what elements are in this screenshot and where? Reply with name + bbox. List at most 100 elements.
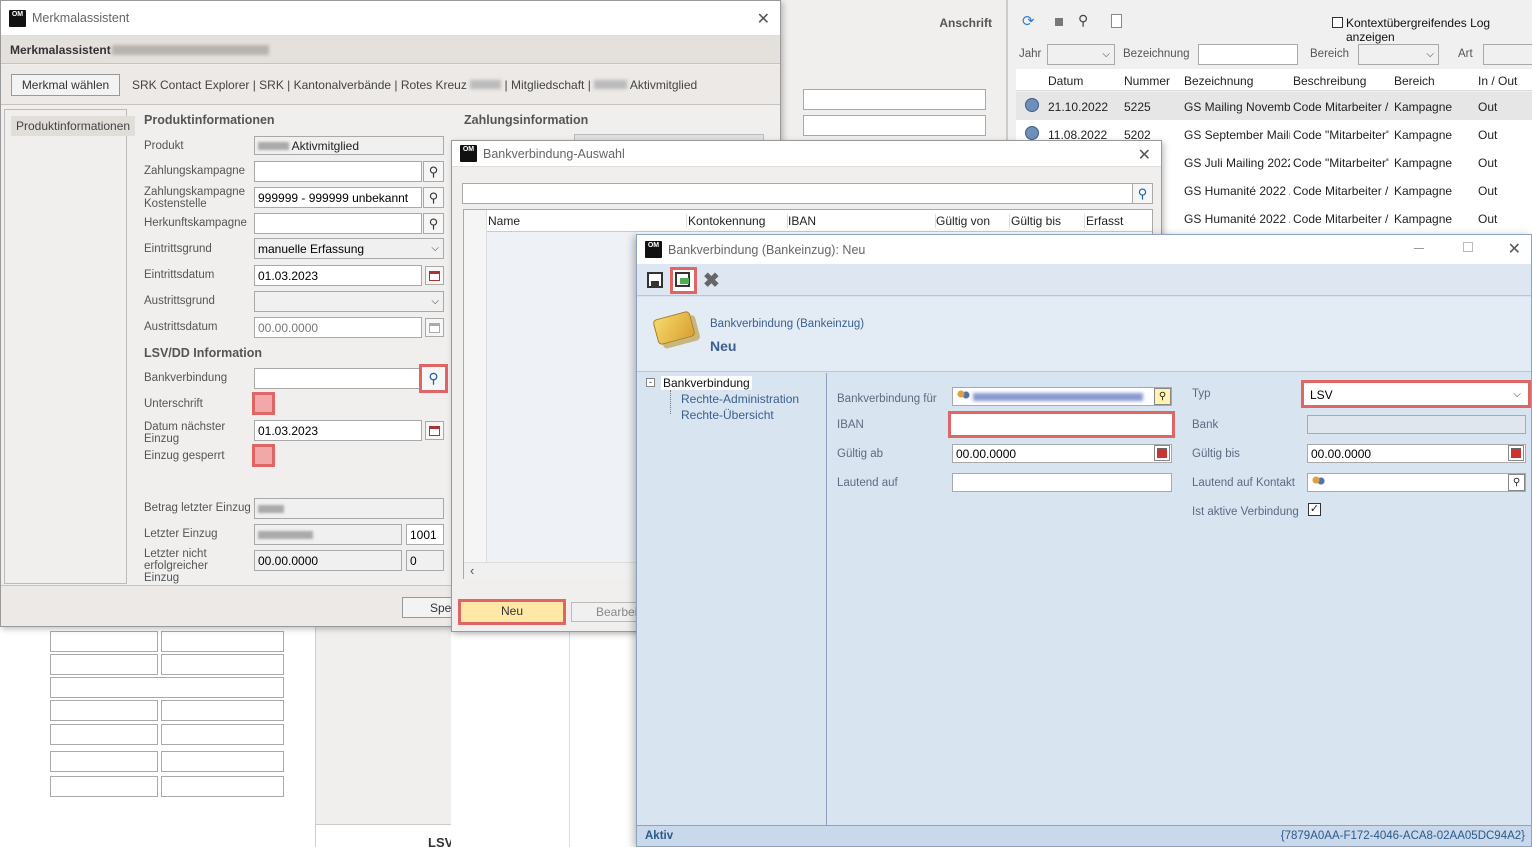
tree-item-rechte-administration[interactable]: Rechte-Administration	[681, 392, 799, 406]
gueltig-ab-input[interactable]: 00.00.0000	[952, 444, 1172, 463]
refresh-icon[interactable]: ⟳	[1022, 12, 1035, 30]
section-produktinformationen: Produktinformationen	[144, 113, 275, 127]
col-erfasst[interactable]: Erfasst	[1086, 214, 1146, 228]
zahlungskampagne-search-button[interactable]: ⚲	[423, 161, 444, 182]
col-bereich[interactable]: Bereich	[1394, 74, 1435, 88]
bg-grid-cell[interactable]	[161, 751, 284, 772]
aktiv-checkbox[interactable]: ✓	[1308, 503, 1321, 516]
bg-grid-cell[interactable]	[50, 677, 284, 698]
redacted-text	[470, 80, 502, 89]
einzug-gesperrt-checkbox[interactable]	[252, 444, 275, 467]
col-nummer[interactable]: Nummer	[1124, 74, 1170, 88]
log-checkbox[interactable]	[1332, 17, 1343, 28]
calendar-icon[interactable]	[425, 318, 444, 337]
stop-icon[interactable]	[1055, 18, 1063, 26]
bg-grid-cell[interactable]	[161, 654, 284, 675]
col-iban[interactable]: IBAN	[788, 214, 936, 228]
bankverbindung-neu-window: OM Bankverbindung (Bankeinzug): Neu ✕ ✖ …	[636, 234, 1532, 847]
herkunftskampagne-search-button[interactable]: ⚲	[423, 213, 444, 234]
tree-root[interactable]: Bankverbindung	[661, 376, 752, 390]
label-zk-kostenstelle: Zahlungskampagne Kostenstelle	[144, 186, 246, 210]
search-icon: ⚲	[1137, 185, 1148, 201]
cancel-icon[interactable]: ✖	[703, 268, 720, 293]
col-gueltig-bis[interactable]: Gültig bis	[1011, 214, 1085, 228]
lautend-auf-input[interactable]	[952, 473, 1172, 492]
filter-jahr-select[interactable]: ⌵	[1047, 44, 1115, 65]
auswahl-search-button[interactable]: ⚲	[1132, 183, 1153, 204]
col-datum[interactable]: Datum	[1048, 74, 1083, 88]
auswahl-search-input[interactable]	[462, 183, 1133, 204]
bg-grid-cell[interactable]	[161, 776, 284, 797]
bg-grid-cell[interactable]	[161, 700, 284, 721]
row-beschreibung: Code "Mitarbeiter" /	[1293, 128, 1389, 142]
lautend-kontakt-lookup-button[interactable]: ⚲	[1508, 474, 1525, 491]
tree-collapse-icon[interactable]: -	[646, 378, 655, 387]
maximize-icon[interactable]	[1463, 242, 1473, 252]
bg-grid-cell[interactable]	[50, 631, 158, 652]
filter-bereich-select[interactable]: ⌵	[1358, 44, 1439, 65]
row-inout: Out	[1478, 128, 1498, 142]
table-row[interactable]: 21.10.2022 5225 GS Mailing November Code…	[1016, 92, 1532, 120]
merkmal-waehlen-button[interactable]: Merkmal wählen	[11, 74, 120, 96]
zk-kostenstelle-input[interactable]: 999999 - 999999 unbekannt	[254, 187, 422, 208]
lautend-kontakt-field[interactable]	[1307, 473, 1526, 492]
col-inout[interactable]: In / Out	[1478, 74, 1517, 88]
herkunftskampagne-input[interactable]	[254, 213, 422, 234]
datum-naechster-input[interactable]: 01.03.2023	[254, 420, 422, 441]
calendar-icon[interactable]	[1154, 445, 1170, 461]
letzter-einzug-nr-value: 1001	[410, 528, 437, 542]
bg-grid-cell[interactable]	[50, 654, 158, 675]
calendar-icon[interactable]	[425, 266, 444, 285]
gueltig-bis-input[interactable]: 00.00.0000	[1307, 444, 1526, 463]
save-close-icon[interactable]	[670, 267, 697, 294]
close-icon[interactable]: ✕	[757, 9, 770, 29]
close-icon[interactable]: ✕	[1508, 239, 1521, 259]
col-name[interactable]: Name	[487, 214, 687, 228]
filter-art-select[interactable]	[1483, 44, 1532, 65]
bg-grid-cell[interactable]	[50, 751, 158, 772]
eintrittsdatum-input[interactable]: 01.03.2023	[254, 265, 422, 286]
zk-kostenstelle-search-button[interactable]: ⚲	[423, 187, 444, 208]
bg-address-field-2[interactable]	[803, 115, 986, 136]
bv-fuer-lookup-button[interactable]: ⚲	[1154, 388, 1171, 405]
austrittsgrund-select[interactable]: ⌵	[254, 291, 444, 312]
col-beschreibung[interactable]: Beschreibung	[1293, 74, 1366, 88]
typ-select[interactable]: LSV ⌵	[1301, 380, 1531, 408]
row-nummer: 5225	[1124, 100, 1151, 114]
bg-grid-cell[interactable]	[50, 776, 158, 797]
bg-address-field-1[interactable]	[803, 89, 986, 110]
calendar-icon[interactable]	[425, 421, 444, 440]
unterschrift-checkbox[interactable]	[252, 392, 275, 415]
bg-lower-middle	[316, 625, 451, 825]
nav-item-produktinformationen[interactable]: Produktinformationen	[11, 116, 136, 136]
col-bezeichnung[interactable]: Bezeichnung	[1184, 74, 1253, 88]
austrittsdatum-input[interactable]: 00.00.0000	[254, 317, 422, 338]
minimize-icon[interactable]	[1414, 248, 1424, 249]
search-icon: ⚲	[428, 215, 439, 231]
label-lautend-auf: Lautend auf	[837, 477, 898, 489]
filter-bezeichnung-input[interactable]	[1198, 44, 1298, 65]
eintrittsgrund-select[interactable]: manuelle Erfassung ⌵	[254, 238, 444, 259]
label-iban: IBAN	[837, 419, 864, 431]
bv-fuer-field[interactable]	[952, 387, 1172, 406]
document-icon[interactable]	[1111, 14, 1122, 28]
scroll-left-icon[interactable]: ‹	[470, 563, 474, 578]
bg-grid-cell[interactable]	[50, 724, 158, 745]
close-icon[interactable]: ✕	[1138, 145, 1151, 165]
bg-grid-cell[interactable]	[161, 631, 284, 652]
bg-grid-cell[interactable]	[50, 700, 158, 721]
zahlungskampagne-input[interactable]	[254, 161, 422, 182]
calendar-icon[interactable]	[1508, 445, 1524, 461]
col-gueltig-von[interactable]: Gültig von	[936, 214, 1010, 228]
bg-grid-cell[interactable]	[161, 724, 284, 745]
bankverbindung-search-button[interactable]: ⚲	[419, 364, 448, 393]
tree-item-rechte-uebersicht[interactable]: Rechte-Übersicht	[681, 408, 774, 422]
iban-input[interactable]	[948, 411, 1175, 438]
save-icon[interactable]	[647, 272, 663, 288]
neu-button[interactable]: Neu	[458, 599, 566, 625]
col-kontokennung[interactable]: Kontokennung	[688, 214, 788, 228]
label-letzter-nicht: Letzter nicht erfolgreicher Einzug	[144, 548, 208, 584]
bankverbindung-input[interactable]	[254, 368, 422, 389]
neu-tree: - Bankverbindung Rechte-Administration R…	[637, 373, 827, 825]
search-icon[interactable]: ⚲	[1078, 12, 1088, 29]
